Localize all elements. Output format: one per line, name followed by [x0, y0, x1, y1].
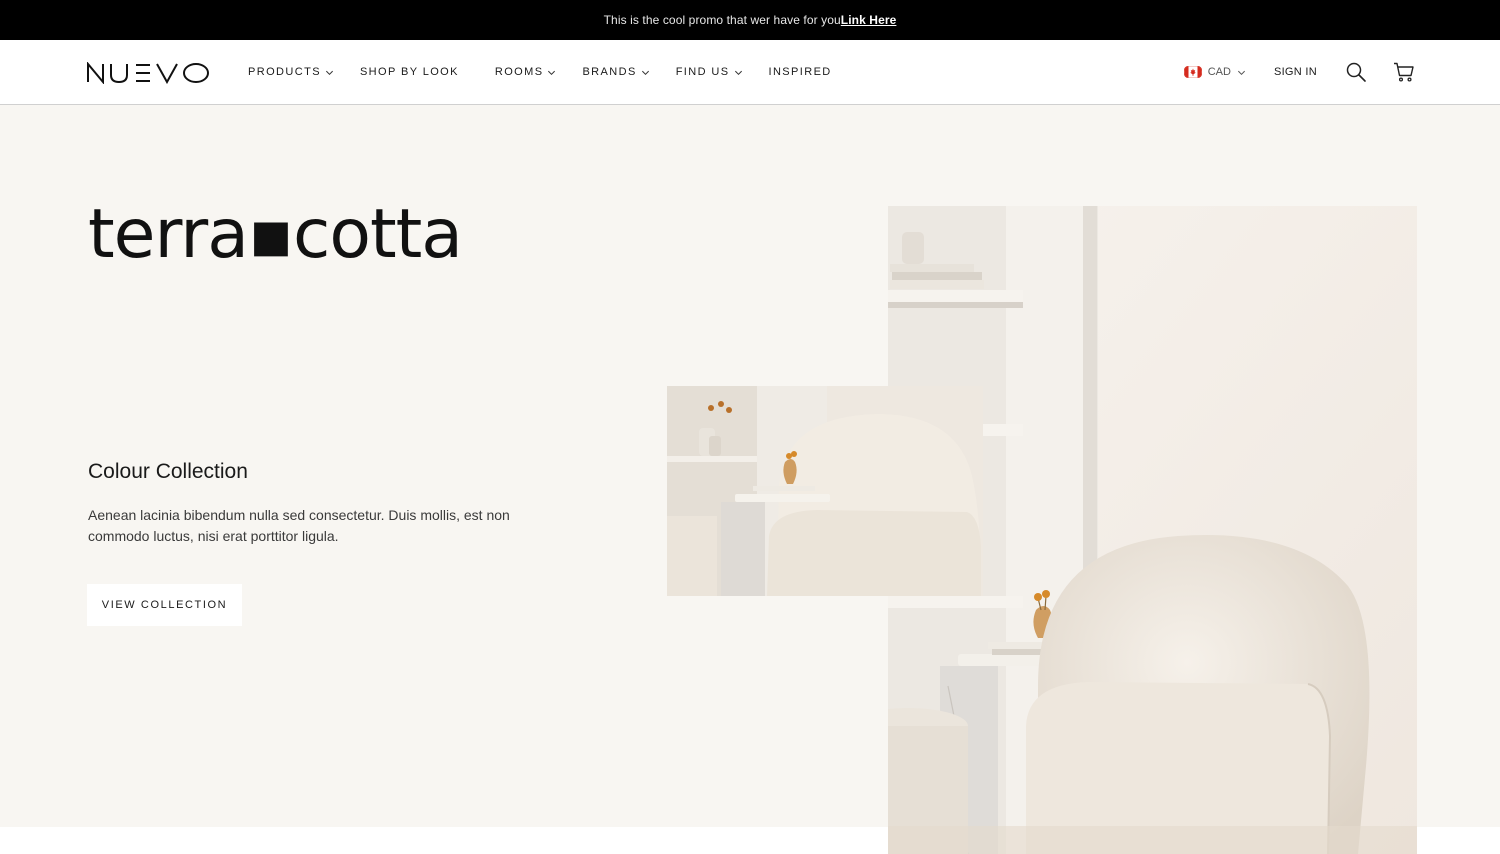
- nav-rooms[interactable]: ROOMS: [495, 66, 557, 78]
- main-nav: PRODUCTS SHOP BY LOOK ROOMS BRANDS FIND …: [248, 40, 832, 104]
- chevron-down-icon: [548, 70, 556, 75]
- chevron-down-icon: [325, 70, 333, 75]
- nav-label: BRANDS: [582, 66, 637, 78]
- promo-link[interactable]: Link Here: [841, 13, 897, 27]
- nav-brands[interactable]: BRANDS: [582, 66, 649, 78]
- header-utilities: CAD SIGN IN: [1183, 40, 1415, 104]
- collection-description: Aenean lacinia bibendum nulla sed consec…: [88, 507, 510, 544]
- collection-brand-title: terra▪cotta: [88, 195, 463, 274]
- currency-selector[interactable]: CAD: [1183, 66, 1246, 78]
- site-header: PRODUCTS SHOP BY LOOK ROOMS BRANDS FIND …: [0, 40, 1500, 105]
- canada-flag-icon: [1183, 66, 1202, 78]
- chevron-down-icon: [734, 70, 742, 75]
- nav-products[interactable]: PRODUCTS: [248, 66, 334, 78]
- chevron-down-icon: [641, 70, 649, 75]
- nav-label: PRODUCTS: [248, 66, 321, 78]
- currency-label: CAD: [1207, 66, 1231, 78]
- hero-image-small: [667, 386, 983, 596]
- nav-label: FIND US: [675, 66, 730, 78]
- nav-label: ROOMS: [494, 66, 544, 78]
- chevron-down-icon: [1237, 70, 1245, 75]
- nav-label: INSPIRED: [768, 66, 832, 78]
- search-icon[interactable]: [1345, 61, 1367, 83]
- sign-in-link[interactable]: SIGN IN: [1274, 66, 1317, 78]
- nav-inspired[interactable]: INSPIRED: [769, 66, 832, 78]
- promo-text: This is the cool promo that wer have for…: [603, 13, 841, 27]
- nav-find-us[interactable]: FIND US: [676, 66, 743, 78]
- view-collection-button[interactable]: VIEW COLLECTION: [87, 584, 242, 626]
- nav-label: SHOP BY LOOK: [359, 66, 459, 78]
- cart-icon[interactable]: [1393, 61, 1415, 83]
- nuevo-logo[interactable]: [87, 62, 211, 84]
- nav-shop-by-look[interactable]: SHOP BY LOOK: [360, 66, 459, 78]
- collection-heading: Colour Collection: [88, 460, 248, 483]
- promo-bar: This is the cool promo that wer have for…: [0, 0, 1500, 40]
